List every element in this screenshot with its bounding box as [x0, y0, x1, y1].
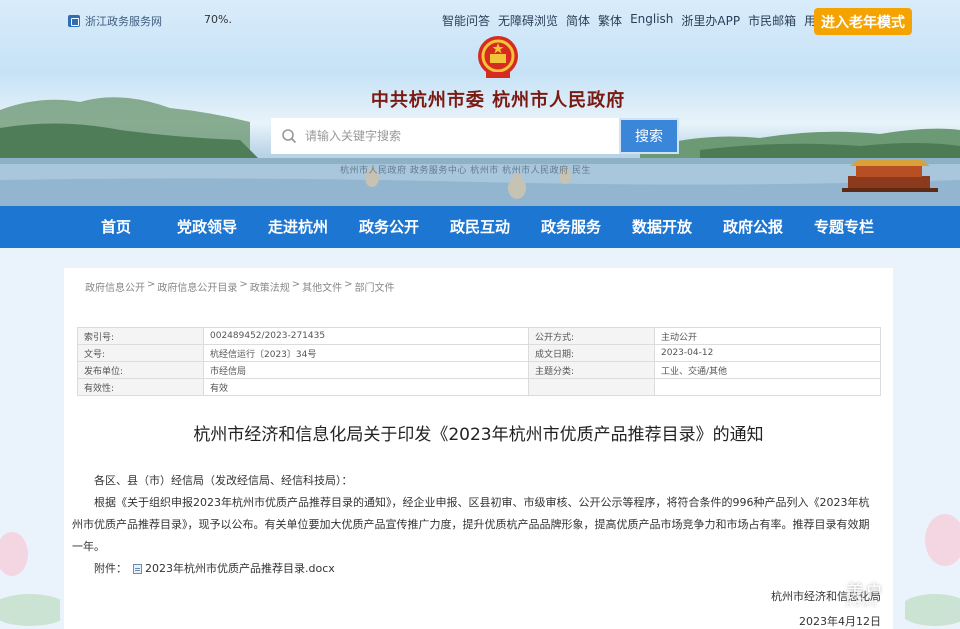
main-nav: 首页 党政领导 走进杭州 政务公开 政民互动 政务服务 数据开放 政府公报 专题… — [0, 206, 960, 248]
meta-value: 工业、交通/其他 — [654, 361, 881, 379]
nav-leadership[interactable]: 党政领导 — [162, 206, 253, 248]
breadcrumb-item[interactable]: 部门文件 — [355, 279, 395, 294]
meta-key: 发布单位: — [77, 361, 204, 379]
nav-gov-affairs[interactable]: 政务公开 — [344, 206, 435, 248]
meta-key: 有效性: — [77, 378, 204, 396]
header-banner: 浙江政务服务网 70%. 智能问答 无障碍浏览 简体 繁体 English 浙里… — [0, 0, 960, 206]
breadcrumb: 政府信息公开 > 政府信息公开目录 > 政策法规 > 其他文件 > 部门文件 — [85, 279, 395, 294]
site-name: 浙江政务服务网 — [85, 15, 162, 28]
document-meta-table: 索引号: 002489452/2023-271435 公开方式: 主动公开 文号… — [77, 327, 881, 396]
meta-row: 索引号: 002489452/2023-271435 公开方式: 主动公开 — [77, 327, 881, 345]
meta-key — [528, 378, 655, 396]
top-link-traditional[interactable]: 繁体 — [598, 12, 622, 29]
top-links: 智能问答 无障碍浏览 简体 繁体 English 浙里办APP 市民邮箱 用户中… — [442, 12, 852, 29]
search-input[interactable] — [305, 129, 595, 143]
portal-icon — [68, 15, 80, 27]
breadcrumb-item[interactable]: 政策法规 — [250, 279, 290, 294]
article-card: 政府信息公开 > 政府信息公开目录 > 政策法规 > 其他文件 > 部门文件 索引号: … — [64, 268, 893, 629]
nav-about-hangzhou[interactable]: 走进杭州 — [253, 206, 344, 248]
meta-value: 杭经信运行〔2023〕34号 — [203, 344, 529, 362]
meta-key: 主题分类: — [528, 361, 655, 379]
attachment-line: 附件： 2023年杭州市优质产品推荐目录.docx — [72, 558, 880, 580]
elder-mode-button[interactable]: 进入老年模式 — [814, 8, 912, 35]
meta-row: 发布单位: 市经信局 主题分类: 工业、交通/其他 — [77, 361, 881, 379]
nav-topics[interactable]: 专题专栏 — [799, 206, 890, 248]
meta-value: 有效 — [203, 378, 529, 396]
breadcrumb-item[interactable]: 政府信息公开目录 — [157, 279, 237, 294]
nav-home[interactable]: 首页 — [71, 206, 162, 248]
national-emblem-icon — [478, 36, 518, 78]
top-link-simplified[interactable]: 简体 — [566, 12, 590, 29]
attachment-link[interactable]: 2023年杭州市优质产品推荐目录.docx — [145, 558, 335, 580]
meta-value: 002489452/2023-271435 — [203, 327, 529, 345]
meta-value: 2023-04-12 — [654, 344, 881, 362]
meta-key: 文号: — [77, 344, 204, 362]
top-link-qa[interactable]: 智能问答 — [442, 12, 490, 29]
scenery-caption: 杭州市人民政府 政务服务中心 杭州市 杭州市人民政府 民生 — [340, 166, 591, 176]
body-paragraph: 根据《关于组织申报2023年杭州市优质产品推荐目录的通知》，经企业申报、区县初审… — [72, 496, 870, 553]
nav-gazette[interactable]: 政府公报 — [708, 206, 799, 248]
zjzwfw-link[interactable]: 浙江政务服务网 — [68, 13, 162, 29]
meta-value: 市经信局 — [203, 361, 529, 379]
lotus-decoration-left — [0, 532, 60, 626]
meta-key: 成文日期: — [528, 344, 655, 362]
zoom-readout: 70%. — [204, 13, 232, 26]
nav-services[interactable]: 政务服务 — [526, 206, 617, 248]
search-icon — [282, 129, 297, 144]
attachment-label: 附件： — [94, 562, 127, 575]
meta-row: 有效性: 有效 — [77, 378, 881, 396]
top-bar: 浙江政务服务网 70%. 智能问答 无障碍浏览 简体 繁体 English 浙里… — [0, 8, 960, 35]
document-date: 2023年4月12日 — [799, 615, 881, 628]
top-link-english[interactable]: English — [630, 12, 673, 29]
meta-row: 文号: 杭经信运行〔2023〕34号 成文日期: 2023-04-12 — [77, 344, 881, 362]
page-title: 中共杭州市委 杭州市人民政府 — [370, 90, 626, 111]
search-button[interactable]: 搜索 — [619, 118, 679, 154]
search-box — [271, 118, 619, 154]
nav-interaction[interactable]: 政民互动 — [435, 206, 526, 248]
document-title: 杭州市经济和信息化局关于印发《2023年杭州市优质产品推荐目录》的通知 — [193, 425, 764, 445]
meta-value — [654, 378, 881, 396]
breadcrumb-item[interactable]: 其他文件 — [302, 279, 342, 294]
watermark: 美户 HOME — [846, 578, 884, 608]
lotus-decoration-right — [905, 514, 960, 626]
top-link-mail[interactable]: 市民邮箱 — [748, 12, 796, 29]
boat-illustration — [842, 160, 938, 192]
top-link-app[interactable]: 浙里办APP — [681, 12, 740, 29]
watermark-sub: HOME — [846, 600, 880, 608]
breadcrumb-item[interactable]: 政府信息公开 — [85, 279, 145, 294]
document-file-icon — [133, 564, 142, 574]
meta-key: 索引号: — [77, 327, 204, 345]
meta-value: 主动公开 — [654, 327, 881, 345]
salutation: 各区、县（市）经信局（发改经信局、经信科技局）： — [94, 474, 353, 487]
document-body: 各区、县（市）经信局（发改经信局、经信科技局）： 根据《关于组织申报2023年杭… — [72, 470, 880, 580]
meta-key: 公开方式: — [528, 327, 655, 345]
top-link-accessibility[interactable]: 无障碍浏览 — [498, 12, 558, 29]
nav-open-data[interactable]: 数据开放 — [617, 206, 708, 248]
